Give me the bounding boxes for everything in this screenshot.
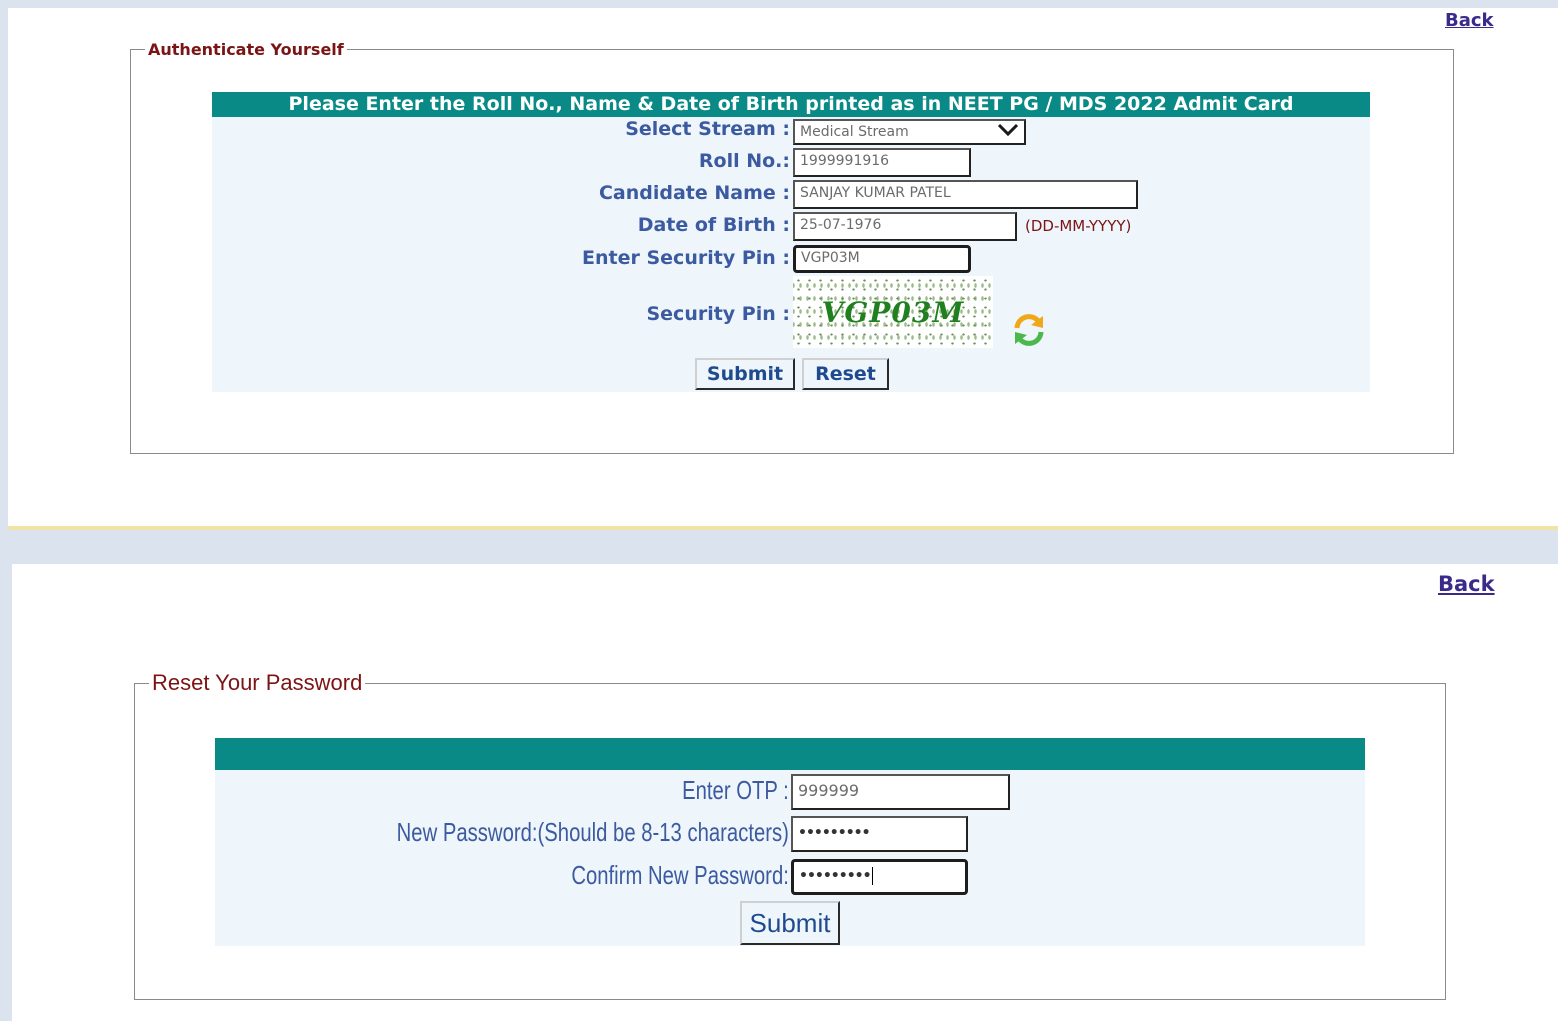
- confirm-password-value: •••••••••: [799, 868, 872, 884]
- reset-password-panel: Back Reset Your Password Enter OTP : 999…: [12, 564, 1558, 1021]
- reset-banner: [215, 738, 1365, 770]
- reset-button[interactable]: Reset: [802, 358, 889, 390]
- security-pin-label: Enter Security Pin :: [582, 247, 790, 269]
- new-password-value: •••••••••: [798, 825, 871, 841]
- back-link[interactable]: Back: [1438, 572, 1495, 596]
- dob-label: Date of Birth :: [637, 214, 790, 236]
- captcha-label: Security Pin :: [646, 303, 790, 325]
- submit-button[interactable]: Submit: [740, 901, 840, 945]
- text-cursor: [871, 867, 873, 885]
- new-password-input[interactable]: •••••••••: [791, 816, 968, 852]
- authenticate-panel: Back Authenticate Yourself Please Enter …: [8, 8, 1558, 526]
- roll-label: Roll No.:: [698, 150, 790, 172]
- otp-input[interactable]: 999999: [791, 774, 1010, 810]
- reset-password-legend: Reset Your Password: [152, 670, 363, 695]
- candidate-name-input[interactable]: SANJAY KUMAR PATEL: [793, 180, 1138, 209]
- dob-input[interactable]: 25-07-1976: [793, 212, 1017, 241]
- roll-input[interactable]: 1999991916: [793, 148, 971, 177]
- confirm-password-input[interactable]: •••••••••: [791, 859, 968, 895]
- security-pin-input[interactable]: VGP03M: [793, 245, 971, 273]
- back-link[interactable]: Back: [1445, 10, 1494, 31]
- stream-select[interactable]: Medical Stream: [793, 119, 1026, 145]
- submit-button[interactable]: Submit: [695, 358, 795, 390]
- authenticate-legend: Authenticate Yourself: [148, 40, 344, 59]
- form-area: [212, 117, 1370, 392]
- instruction-banner: Please Enter the Roll No., Name & Date o…: [212, 92, 1370, 117]
- new-password-label: New Password:(Should be 8-13 characters): [396, 817, 789, 847]
- section-divider: [8, 526, 1558, 530]
- confirm-password-label: Confirm New Password:: [571, 860, 789, 890]
- captcha-image: VGP03M: [793, 276, 993, 348]
- refresh-icon[interactable]: [1009, 310, 1049, 354]
- chevron-down-icon: [997, 121, 1019, 143]
- dob-format-hint: (DD-MM-YYYY): [1025, 217, 1132, 235]
- stream-select-value: Medical Stream: [800, 124, 909, 140]
- otp-label: Enter OTP :: [682, 775, 789, 805]
- stream-label: Select Stream :: [625, 118, 790, 140]
- candidate-name-label: Candidate Name :: [598, 182, 790, 204]
